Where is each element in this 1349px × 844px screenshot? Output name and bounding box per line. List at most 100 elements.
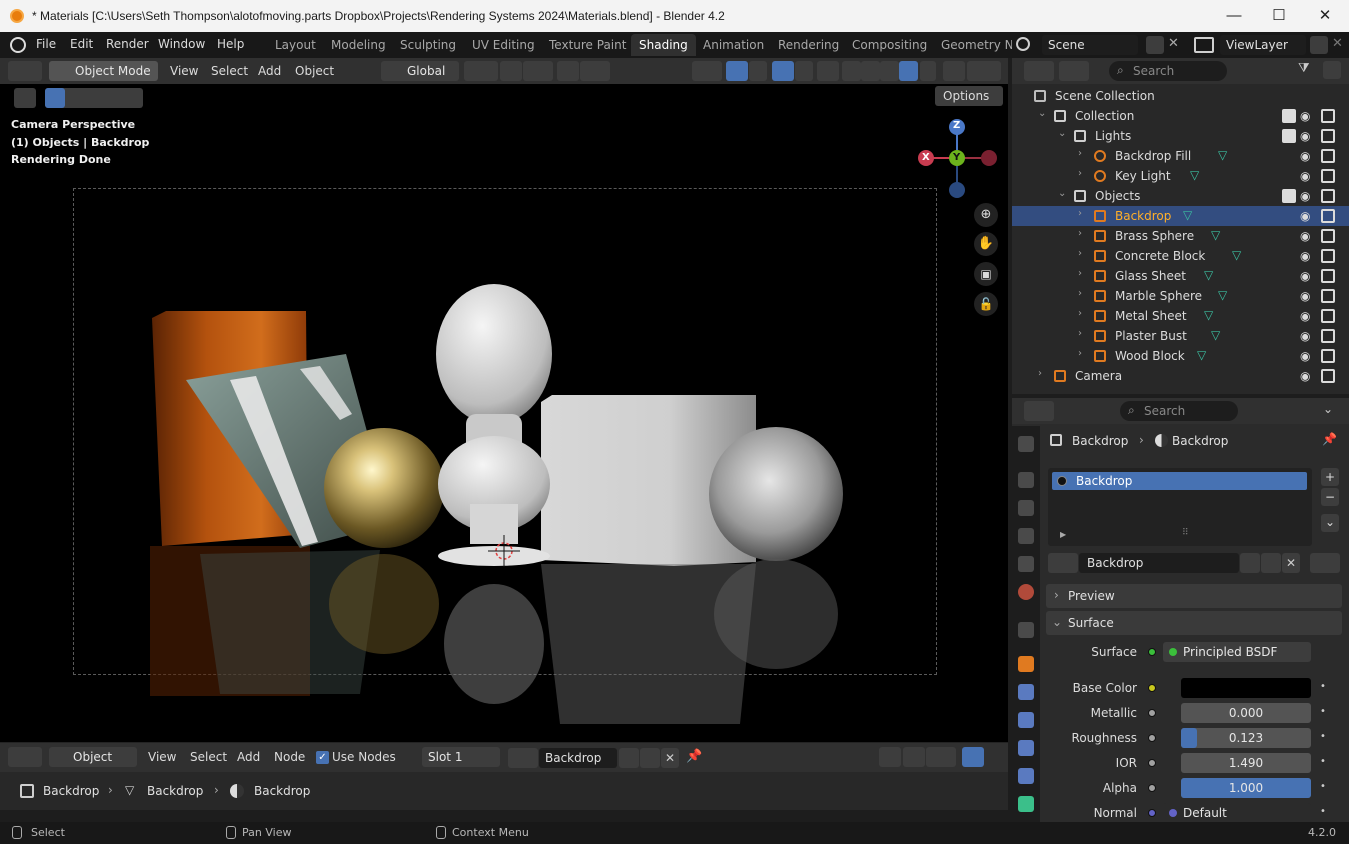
base-color-field[interactable]: [1181, 678, 1311, 698]
outliner-row[interactable]: › Camera ◉: [1012, 366, 1349, 386]
node-editor-type-icon[interactable]: [8, 747, 42, 767]
outliner-row[interactable]: › Backdrop ◉ ▽: [1012, 206, 1349, 226]
shading-solid-icon[interactable]: [861, 61, 880, 81]
render-tab-icon[interactable]: [1018, 472, 1034, 488]
expand-chevron-icon[interactable]: ⌄: [1058, 128, 1066, 139]
mesh-data-icon[interactable]: ▽: [1211, 228, 1220, 242]
render-camera-icon[interactable]: [1321, 329, 1335, 343]
scene-name-field[interactable]: Scene: [1042, 35, 1138, 55]
slot-specials-chevron-icon[interactable]: ⌄: [1321, 514, 1339, 532]
menu-render[interactable]: Render: [106, 37, 149, 51]
outliner-row[interactable]: Scene Collection: [1012, 86, 1349, 106]
tab-modeling[interactable]: Modeling: [331, 38, 386, 52]
properties-search-input[interactable]: ⌕ Search: [1120, 401, 1238, 421]
expand-chevron-icon[interactable]: ⌄: [1058, 188, 1066, 199]
shading-material-icon[interactable]: [880, 61, 899, 81]
data-tab-icon[interactable]: [1018, 796, 1034, 812]
3d-viewport[interactable]: Options Camera Perspective (1) Objects |…: [0, 84, 1008, 742]
properties-editor-type-icon[interactable]: [1024, 401, 1054, 421]
outliner-row[interactable]: › Metal Sheet ◉ ▽: [1012, 306, 1349, 326]
alpha-socket-icon[interactable]: [1148, 784, 1156, 792]
render-camera-icon[interactable]: [1321, 309, 1335, 323]
pause-render-icon[interactable]: [943, 61, 965, 81]
collapse-chevron-icon[interactable]: ›: [1078, 348, 1082, 359]
slot-dropdown[interactable]: Slot 1: [422, 747, 500, 767]
outliner-row[interactable]: › Wood Block ◉ ▽: [1012, 346, 1349, 366]
mesh-data-icon[interactable]: ▽: [1197, 348, 1206, 362]
blender-menu-icon[interactable]: [10, 37, 26, 53]
render-camera-icon[interactable]: [1321, 349, 1335, 363]
properties-options-chevron-icon[interactable]: ⌄: [1323, 402, 1333, 416]
preview-section[interactable]: › Preview: [1046, 584, 1342, 608]
delete-viewlayer-icon[interactable]: ✕: [1332, 36, 1343, 51]
transform-orientation-dropdown[interactable]: Global: [381, 61, 459, 81]
tab-geometry-nodes[interactable]: Geometry N: [941, 38, 1014, 52]
material-browse-icon[interactable]: [1048, 553, 1078, 573]
render-camera-icon[interactable]: [1321, 229, 1335, 243]
visibility-eye-icon[interactable]: ◉: [1300, 349, 1314, 363]
surface-field[interactable]: Principled BSDF: [1163, 642, 1311, 662]
mesh-data-icon[interactable]: ▽: [1204, 308, 1213, 322]
node-menu-node[interactable]: Node: [274, 750, 305, 764]
material-name-field[interactable]: Backdrop: [1079, 553, 1239, 573]
duplicate-material-icon[interactable]: [1261, 553, 1281, 573]
output-tab-icon[interactable]: [1018, 500, 1034, 516]
exclude-checkbox[interactable]: [1282, 129, 1296, 143]
outliner-editor-type-icon[interactable]: [1024, 61, 1054, 81]
render-camera-icon[interactable]: [1321, 369, 1335, 383]
mesh-data-icon[interactable]: ▽: [1190, 168, 1199, 182]
node-editor-area[interactable]: Backdrop › ▽ Backdrop › Backdrop: [0, 772, 1008, 810]
outliner-row[interactable]: › Brass Sphere ◉ ▽: [1012, 226, 1349, 246]
expand-chevron-icon[interactable]: ⌄: [1038, 108, 1046, 119]
collapse-chevron-icon[interactable]: ›: [1038, 368, 1042, 379]
keyframe-dot-icon[interactable]: •: [1320, 781, 1326, 792]
outliner-row[interactable]: › Glass Sheet ◉ ▽: [1012, 266, 1349, 286]
metallic-field[interactable]: 0.000: [1181, 703, 1311, 723]
collapse-chevron-icon[interactable]: ›: [1078, 268, 1082, 279]
outliner-row[interactable]: › Marble Sphere ◉ ▽: [1012, 286, 1349, 306]
new-collection-icon[interactable]: [1323, 61, 1341, 79]
exclude-checkbox[interactable]: [1282, 109, 1296, 123]
collapse-chevron-icon[interactable]: ›: [1078, 208, 1082, 219]
metallic-socket-icon[interactable]: [1148, 709, 1156, 717]
keyframe-dot-icon[interactable]: •: [1320, 806, 1326, 817]
mesh-data-icon[interactable]: ▽: [1232, 248, 1241, 262]
normal-field[interactable]: Default: [1163, 803, 1311, 823]
outliner-search-input[interactable]: ⌕ Search: [1109, 61, 1227, 81]
keyframe-dot-icon[interactable]: •: [1320, 681, 1326, 692]
minimize-button[interactable]: —: [1224, 6, 1244, 26]
node-snap-icon[interactable]: [903, 747, 925, 767]
outliner-row[interactable]: › Backdrop Fill ◉ ▽: [1012, 146, 1349, 166]
pivot-point-icon[interactable]: [464, 61, 498, 81]
ior-field[interactable]: 1.490: [1181, 753, 1311, 773]
base-color-socket-icon[interactable]: [1148, 684, 1156, 692]
visibility-dropdown-icon[interactable]: [692, 61, 722, 81]
menu-edit[interactable]: Edit: [70, 37, 93, 51]
render-camera-icon[interactable]: [1321, 129, 1335, 143]
tool-tab-icon[interactable]: [1018, 436, 1034, 452]
viewport-menu-add[interactable]: Add: [258, 64, 281, 78]
gizmo-dropdown-icon[interactable]: [749, 61, 767, 81]
world-tab-icon[interactable]: [1018, 584, 1034, 600]
mesh-data-icon[interactable]: ▽: [1183, 208, 1192, 222]
viewport-menu-view[interactable]: View: [170, 64, 198, 78]
display-mode-icon[interactable]: [1059, 61, 1089, 81]
visibility-eye-icon[interactable]: ◉: [1300, 289, 1314, 303]
parent-node-tree-icon[interactable]: [879, 747, 901, 767]
fake-user-shield-icon[interactable]: [619, 748, 639, 768]
collapse-chevron-icon[interactable]: ›: [1078, 148, 1082, 159]
collapse-chevron-icon[interactable]: ›: [1078, 248, 1082, 259]
visibility-eye-icon[interactable]: ◉: [1300, 149, 1314, 163]
expand-list-icon[interactable]: ▶: [1060, 530, 1066, 539]
alpha-field[interactable]: 1.000: [1181, 778, 1311, 798]
camera-view-icon[interactable]: ▣: [974, 262, 998, 286]
overlay-dropdown-icon[interactable]: [795, 61, 813, 81]
collapse-chevron-icon[interactable]: ›: [1078, 328, 1082, 339]
gizmo-z-label[interactable]: Z: [953, 120, 960, 131]
tab-texture-paint[interactable]: Texture Paint: [549, 38, 626, 52]
surface-socket-icon[interactable]: [1148, 648, 1156, 656]
physics-tab-icon[interactable]: [1018, 740, 1034, 756]
proportional-edit-icon[interactable]: [557, 61, 579, 81]
collapse-chevron-icon[interactable]: ›: [1078, 228, 1082, 239]
snap-magnet-icon[interactable]: [500, 61, 522, 81]
